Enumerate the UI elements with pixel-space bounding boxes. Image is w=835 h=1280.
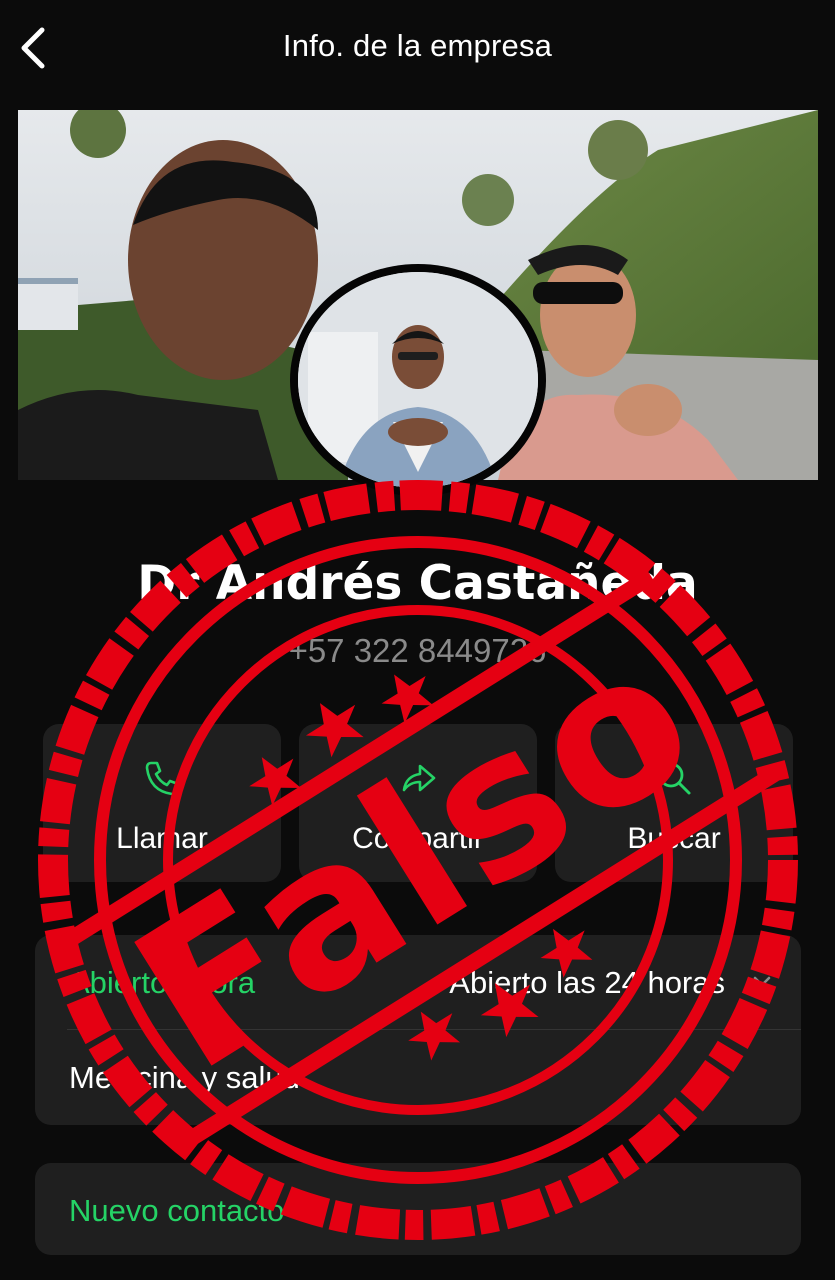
new-contact-row[interactable]: Nuevo contacto — [35, 1163, 801, 1257]
search-label: Buscar — [627, 822, 721, 855]
share-button[interactable]: Compartir — [299, 724, 537, 882]
phone-number[interactable]: +57 322 8449726 — [0, 632, 835, 670]
profile-avatar[interactable] — [290, 264, 546, 496]
share-label: Compartir — [352, 822, 484, 855]
hours-row[interactable]: Abierto ahora Abierto las 24 horas — [35, 935, 801, 1029]
top-bar: Info. de la empresa — [0, 0, 835, 100]
page-title: Info. de la empresa — [282, 28, 553, 63]
call-button[interactable]: Llamar — [43, 724, 281, 882]
share-arrow-icon — [402, 764, 436, 792]
business-name: Dr Andrés Castañeda — [137, 556, 698, 611]
chevron-down-icon — [753, 976, 771, 987]
new-contact-card[interactable]: Nuevo contacto — [35, 1163, 801, 1255]
phone-icon — [145, 761, 180, 796]
business-category: Medicina y salud — [69, 1060, 300, 1095]
open-status: Abierto ahora — [69, 965, 256, 1000]
new-contact-label: Nuevo contacto — [69, 1193, 285, 1228]
business-info-card: Abierto ahora Abierto las 24 horas Medic… — [35, 935, 801, 1125]
search-icon — [658, 762, 691, 795]
category-row: Medicina y salud — [35, 1030, 801, 1124]
hours-detail: Abierto las 24 horas — [449, 965, 725, 1000]
search-button[interactable]: Buscar — [555, 724, 793, 882]
call-label: Llamar — [116, 822, 208, 855]
